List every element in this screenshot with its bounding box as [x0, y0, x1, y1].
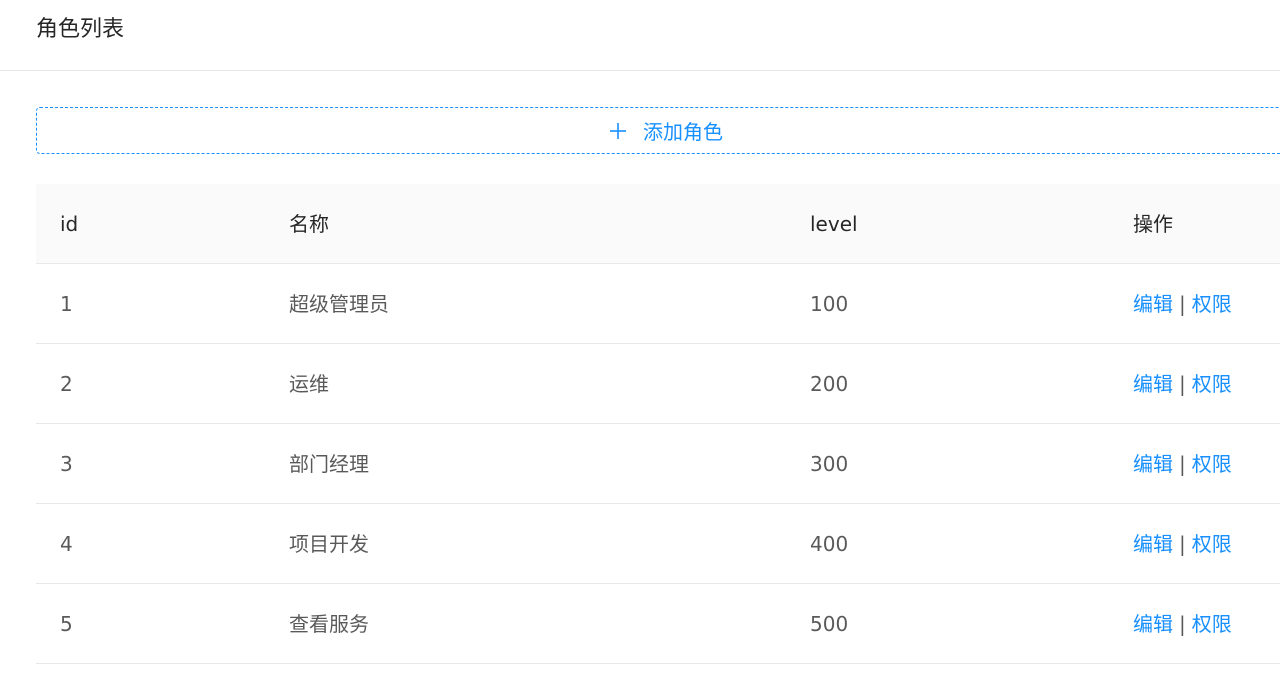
table-row: 4 项目开发 400 编辑 | 权限 — [36, 504, 1280, 584]
cell-level: 300 — [810, 452, 849, 476]
action-separator: | — [1179, 452, 1186, 476]
cell-name: 部门经理 — [289, 452, 369, 476]
table-row: 2 运维 200 编辑 | 权限 — [36, 344, 1280, 424]
cell-name: 查看服务 — [289, 612, 369, 636]
cell-level: 400 — [810, 532, 849, 556]
cell-name: 项目开发 — [289, 532, 369, 556]
column-header-name: 名称 — [289, 212, 329, 236]
plus-icon — [610, 122, 626, 139]
cell-id: 1 — [60, 292, 73, 316]
edit-link[interactable]: 编辑 — [1133, 372, 1173, 396]
roles-table: id 名称 level 操作 1 超级管理员 100 编辑 | 权限 2 运维 20… — [36, 184, 1280, 664]
cell-actions: 编辑 | 权限 — [1133, 584, 1232, 664]
add-role-button[interactable]: 添加角色 — [36, 107, 1280, 154]
permission-link[interactable]: 权限 — [1192, 612, 1232, 636]
permission-link[interactable]: 权限 — [1192, 452, 1232, 476]
edit-link[interactable]: 编辑 — [1133, 452, 1173, 476]
action-separator: | — [1179, 612, 1186, 636]
cell-id: 2 — [60, 372, 73, 396]
cell-id: 3 — [60, 452, 73, 476]
page-header: 角色列表 — [0, 0, 1280, 71]
edit-link[interactable]: 编辑 — [1133, 612, 1173, 636]
add-role-label: 添加角色 — [643, 120, 723, 144]
edit-link[interactable]: 编辑 — [1133, 292, 1173, 316]
cell-id: 5 — [60, 612, 73, 636]
cell-name: 运维 — [289, 372, 329, 396]
action-separator: | — [1179, 292, 1186, 316]
cell-id: 4 — [60, 532, 73, 556]
cell-level: 200 — [810, 372, 849, 396]
column-header-actions: 操作 — [1133, 212, 1173, 236]
table-row: 3 部门经理 300 编辑 | 权限 — [36, 424, 1280, 504]
cell-actions: 编辑 | 权限 — [1133, 264, 1232, 344]
cell-level: 100 — [810, 292, 849, 316]
edit-link[interactable]: 编辑 — [1133, 532, 1173, 556]
column-header-level: level — [810, 212, 858, 236]
action-separator: | — [1179, 372, 1186, 396]
permission-link[interactable]: 权限 — [1192, 532, 1232, 556]
cell-actions: 编辑 | 权限 — [1133, 344, 1232, 424]
table-row: 5 查看服务 500 编辑 | 权限 — [36, 584, 1280, 664]
cell-actions: 编辑 | 权限 — [1133, 424, 1232, 504]
action-separator: | — [1179, 532, 1186, 556]
table-header-row: id 名称 level 操作 — [36, 184, 1280, 264]
permission-link[interactable]: 权限 — [1192, 292, 1232, 316]
cell-name: 超级管理员 — [289, 292, 389, 316]
permission-link[interactable]: 权限 — [1192, 372, 1232, 396]
column-header-id: id — [60, 212, 79, 236]
page-title: 角色列表 — [36, 17, 125, 42]
cell-level: 500 — [810, 612, 849, 636]
cell-actions: 编辑 | 权限 — [1133, 504, 1232, 584]
table-row: 1 超级管理员 100 编辑 | 权限 — [36, 264, 1280, 344]
